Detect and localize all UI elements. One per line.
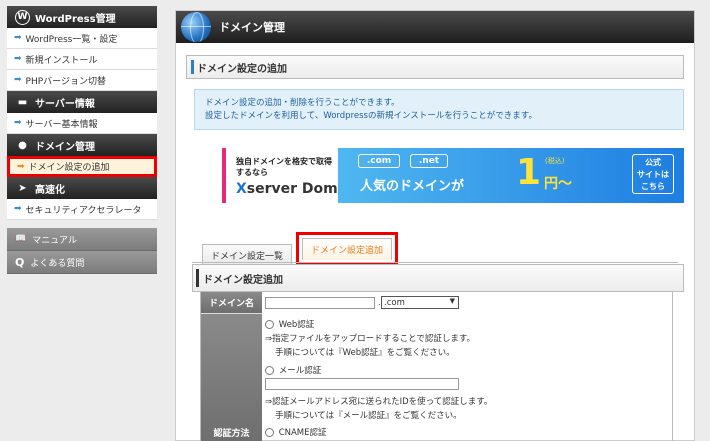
banner-price: 1	[516, 152, 542, 193]
info-line: ドメイン設定の追加・削除を行うことができます。	[205, 98, 400, 108]
section-subtitle: ドメイン設定の追加	[186, 55, 684, 79]
help-links: 📖 マニュアル Q よくある質問	[7, 228, 157, 274]
wordpress-icon: W	[15, 9, 30, 25]
sidebar-section-title: ドメイン管理	[35, 141, 95, 153]
web-auth-option[interactable]: Web認証	[265, 318, 314, 330]
tab-domain-add[interactable]: ドメイン設定追加	[296, 232, 399, 266]
info-line: 設定したドメインを利用して、Wordpressの新規インストールを行うことができ…	[205, 111, 537, 121]
banner-right: .com .net 人気のドメインが 1 (税込) 円〜 公式 サイトは こちら	[338, 148, 684, 203]
sidebar-item-server-info[interactable]: ➡ サーバー基本情報	[7, 113, 157, 134]
sidebar-item-security-accelerator[interactable]: ➡ セキュリティアクセラレータ	[7, 199, 157, 220]
web-auth-radio[interactable]	[265, 320, 274, 329]
sidebar-item-wordpress-list[interactable]: ➡ WordPress一覧・設定	[7, 28, 157, 49]
mail-auth-radio[interactable]	[265, 366, 274, 375]
arrow-right-icon: ➡	[14, 54, 22, 64]
arrow-right-icon: ➡	[14, 118, 22, 128]
faq-link[interactable]: Q よくある質問	[7, 251, 157, 274]
cname-auth-option[interactable]: CNAME認証	[265, 426, 327, 438]
arrow-right-icon: ➡	[17, 161, 25, 172]
arrow-right-icon: ➡	[14, 75, 22, 85]
sidebar-item-label: ドメイン設定の追加	[28, 163, 110, 173]
book-icon: 📖	[15, 234, 27, 244]
sidebar-section-title: サーバー情報	[35, 98, 95, 110]
web-auth-label: Web認証	[278, 320, 315, 330]
banner-tagline: 独自ドメインを格安で取得するなら	[236, 157, 332, 177]
banner-text: 人気のドメインが	[360, 179, 465, 194]
tld-net-badge: .net	[410, 154, 448, 168]
cname-auth-radio[interactable]	[265, 428, 274, 437]
auth-method-label: 認証方法	[201, 314, 262, 441]
arrow-right-icon: ➡	[14, 204, 22, 214]
web-auth-help: 手順については『Web認証』をご覧ください。	[275, 348, 455, 358]
tab-label: ドメイン設定一覧	[211, 252, 284, 262]
tab-divider	[192, 262, 678, 263]
sidebar-item-new-install[interactable]: ➡ 新規インストール	[7, 49, 157, 70]
sidebar-section-wordpress: W WordPress管理	[7, 6, 157, 28]
domain-name-input[interactable]	[265, 297, 375, 309]
cname-auth-label: CNAME認証	[278, 428, 327, 438]
globe-icon	[181, 12, 211, 42]
banner-tax: (税込)	[545, 157, 565, 165]
tab-label: ドメイン設定追加	[302, 238, 393, 260]
mail-auth-label: メール認証	[278, 366, 322, 376]
sidebar-item-label: PHPバージョン切替	[25, 76, 106, 87]
tld-com-badge: .com	[358, 154, 400, 168]
sidebar-item-label: WordPress一覧・設定	[25, 34, 118, 45]
domain-name-label: ドメイン名	[201, 292, 262, 314]
web-auth-desc: ⇒指定ファイルをアップロードすることで認証します。	[265, 334, 476, 344]
banner-yen: 円〜	[544, 176, 572, 192]
sidebar-section-title: WordPress管理	[35, 13, 116, 25]
sidebar-item-label: サーバー基本情報	[25, 119, 98, 130]
sidebar-section-title: 高速化	[35, 184, 65, 196]
manual-link[interactable]: 📖 マニュアル	[7, 228, 157, 251]
mail-auth-input[interactable]	[265, 378, 459, 390]
sidebar-item-label: 新規インストール	[25, 55, 98, 66]
chevron-down-icon: ▼	[449, 297, 455, 305]
manual-label: マニュアル	[32, 235, 77, 246]
mail-auth-option[interactable]: メール認証	[265, 364, 321, 376]
domain-add-form: ドメイン名 . .com ▼ 認証方法 Web認証 ⇒指定ファイルをアップロード…	[200, 291, 673, 441]
sidebar-item-label: セキュリティアクセラレータ	[25, 205, 142, 216]
sidebar-section-speed: ➤ 高速化	[7, 177, 157, 199]
question-icon: Q	[15, 255, 25, 269]
banner-brand: Xserver Domain	[236, 181, 362, 197]
mail-auth-desc: ⇒認証メールアドレス宛に送られたIDを使って認証します。	[265, 397, 493, 407]
rocket-icon: ➤	[18, 182, 27, 194]
sidebar-section-domain: ● ドメイン管理	[7, 134, 157, 156]
official-site-button[interactable]: 公式 サイトは こちら	[632, 154, 674, 194]
sidebar: W WordPress管理 ➡ WordPress一覧・設定 ➡ 新規インストー…	[7, 6, 157, 274]
server-icon: ▬	[17, 96, 28, 108]
sidebar-section-server: ▬ サーバー情報	[7, 91, 157, 113]
sidebar-item-domain-add[interactable]: ➡ ドメイン設定の追加	[7, 156, 157, 177]
page-title: ドメイン管理	[219, 21, 285, 34]
tld-select[interactable]: .com ▼	[381, 296, 459, 309]
globe-icon: ●	[18, 139, 27, 151]
main-panel: ドメイン管理 ドメイン設定の追加 ドメイン設定の追加・削除を行うことができます。…	[175, 10, 695, 441]
sidebar-item-php-version[interactable]: ➡ PHPバージョン切替	[7, 70, 157, 91]
banner-left: 独自ドメインを格安で取得するなら Xserver Domain	[226, 148, 362, 203]
xserver-domain-banner[interactable]: 独自ドメインを格安で取得するなら Xserver Domain .com .ne…	[222, 148, 684, 203]
mail-auth-help: 手順については『メール認証』をご覧ください。	[275, 411, 462, 421]
info-box: ドメイン設定の追加・削除を行うことができます。 設定したドメインを利用して、Wo…	[194, 89, 684, 130]
arrow-right-icon: ➡	[14, 33, 22, 43]
tab-bar: ドメイン設定一覧 ドメイン設定追加	[202, 232, 399, 266]
faq-label: よくある質問	[30, 258, 85, 269]
form-section-title: ドメイン設定追加	[192, 264, 684, 292]
page-header: ドメイン管理	[176, 11, 694, 43]
